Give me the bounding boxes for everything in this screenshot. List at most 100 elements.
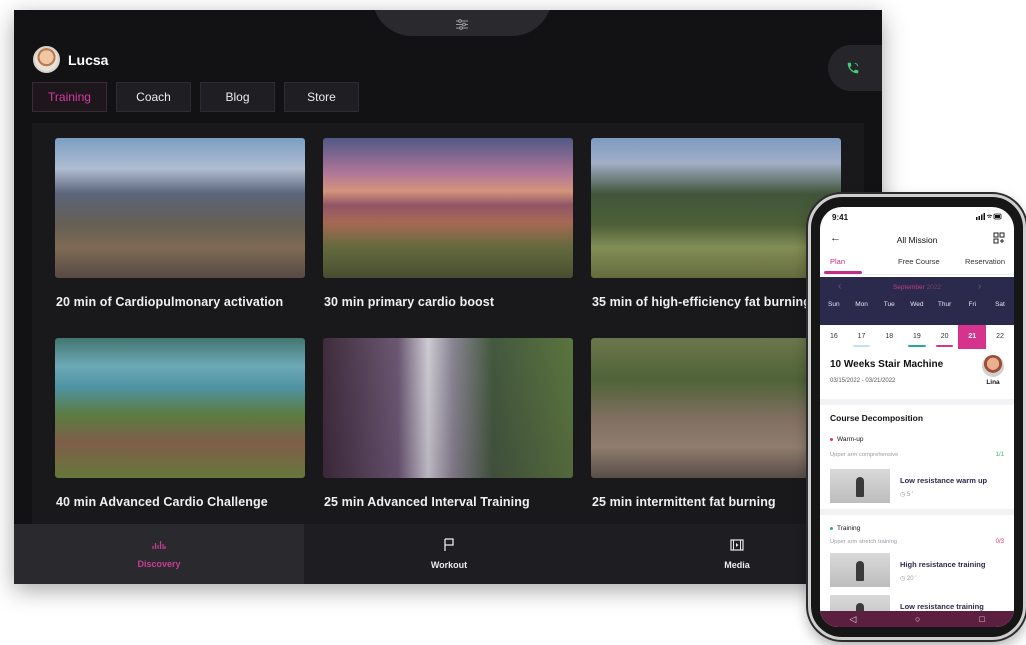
section-divider bbox=[820, 399, 1014, 405]
status-time: 9:41 bbox=[832, 213, 849, 222]
course-card[interactable]: 40 min Advanced Cardio Challenge bbox=[55, 338, 305, 509]
lesson-duration: ◷ 20 ' bbox=[900, 576, 917, 582]
year-label: 2022 bbox=[926, 284, 942, 291]
clock-icon: ◷ bbox=[900, 576, 907, 582]
lesson-thumbnail bbox=[830, 469, 890, 503]
lesson-name: High resistance training bbox=[900, 560, 986, 569]
course-grid: 20 min of Cardiopulmonary activation 30 … bbox=[32, 123, 864, 543]
filter-handle[interactable] bbox=[372, 10, 552, 36]
lesson-item[interactable]: High resistance training ◷ 20 ' bbox=[830, 553, 1006, 587]
flag-icon bbox=[444, 538, 454, 551]
mission-dates: 03/15/2022 - 03/21/2022 bbox=[830, 378, 896, 384]
group-title-training: Training bbox=[830, 525, 860, 532]
avatar[interactable] bbox=[33, 46, 60, 73]
lesson-name: Low resistance training bbox=[900, 602, 984, 611]
home-circle-icon[interactable]: ○ bbox=[915, 614, 920, 624]
tab-coach[interactable]: Coach bbox=[116, 82, 191, 112]
date-number: 16 bbox=[829, 333, 838, 340]
tab-free-course[interactable]: Free Course bbox=[898, 257, 940, 266]
weekday: Thur bbox=[937, 301, 952, 308]
phone-screen: 9:41 ← All Mission Plan Free Course Rese… bbox=[820, 207, 1014, 627]
progress-marker bbox=[935, 345, 954, 347]
recents-square-icon[interactable]: □ bbox=[979, 614, 984, 624]
date-number: 19 bbox=[913, 333, 921, 340]
course-image-lake-trail bbox=[55, 338, 305, 478]
course-title: 30 min primary cardio boost bbox=[324, 295, 495, 309]
coach-avatar[interactable] bbox=[982, 355, 1004, 377]
nav-label: Discovery bbox=[137, 558, 181, 569]
course-card[interactable]: 30 min primary cardio boost bbox=[323, 138, 573, 309]
phone-header: ← All Mission bbox=[820, 229, 1014, 249]
phone-icon bbox=[847, 62, 859, 74]
course-title: 20 min of Cardiopulmonary activation bbox=[56, 295, 284, 309]
date-cell[interactable]: 22 bbox=[986, 325, 1014, 349]
course-card[interactable]: 20 min of Cardiopulmonary activation bbox=[55, 138, 305, 309]
date-number: 22 bbox=[996, 333, 1004, 340]
nav-label: Media bbox=[724, 559, 750, 570]
group-title-warm-up: Warm-up bbox=[830, 436, 863, 443]
phone-tabs: Plan Free Course Reservation bbox=[820, 253, 1014, 275]
sliders-icon bbox=[456, 19, 468, 30]
weekday: Mon bbox=[855, 301, 868, 308]
grid-icon[interactable] bbox=[993, 232, 1005, 244]
group-count: 1/1 bbox=[995, 452, 1004, 458]
nav-workout[interactable]: Workout bbox=[304, 524, 594, 584]
group-subtitle: Upper arm stretch training bbox=[830, 539, 898, 545]
course-card[interactable]: 25 min intermittent fat burning bbox=[591, 338, 841, 509]
weekday: Tue bbox=[883, 301, 895, 308]
phone-device: 9:41 ← All Mission Plan Free Course Rese… bbox=[808, 194, 1026, 640]
date-number: 20 bbox=[940, 333, 949, 340]
nav-discovery[interactable]: Discovery bbox=[14, 524, 304, 584]
tab-plan[interactable]: Plan bbox=[830, 257, 845, 266]
date-cell[interactable]: 16 bbox=[820, 325, 848, 349]
group-subtitle: Upper arm comprehensive bbox=[830, 452, 899, 458]
course-image-sunset-coast bbox=[323, 138, 573, 278]
bottom-navigation: Discovery Workout Media bbox=[14, 524, 882, 584]
active-tab-indicator bbox=[824, 271, 862, 274]
weekday-row: Sun Mon Tue Wed Thur Fri Sat bbox=[820, 301, 1014, 308]
date-number: 17 bbox=[857, 333, 866, 340]
date-cell[interactable]: 20 bbox=[931, 325, 959, 349]
course-image-mountain-hiker bbox=[55, 138, 305, 278]
course-image-forest-boardwalk bbox=[591, 338, 841, 478]
date-number: 21 bbox=[968, 333, 977, 340]
nav-label: Workout bbox=[430, 560, 468, 570]
mission-card[interactable]: 10 Weeks Stair Machine 03/15/2022 - 03/2… bbox=[830, 355, 1006, 386]
phone-title: All Mission bbox=[896, 235, 938, 245]
status-bar: 9:41 bbox=[820, 207, 1014, 225]
status-icons bbox=[976, 213, 1002, 222]
date-cell-selected[interactable]: 21 bbox=[958, 325, 987, 349]
progress-marker bbox=[908, 345, 926, 347]
user-profile[interactable]: Lucsa bbox=[33, 46, 108, 73]
tab-store[interactable]: Store bbox=[284, 82, 359, 112]
weekday: Fri bbox=[968, 301, 977, 308]
system-nav-bar: ◁ ○ □ bbox=[820, 611, 1014, 627]
date-cell[interactable]: 18 bbox=[875, 325, 903, 349]
date-cell[interactable]: 17 bbox=[848, 325, 876, 349]
date-cell[interactable]: 19 bbox=[903, 325, 931, 349]
call-button[interactable] bbox=[828, 45, 882, 91]
mission-title: 10 Weeks Stair Machine bbox=[830, 359, 944, 370]
course-title: 40 min Advanced Cardio Challenge bbox=[56, 495, 268, 509]
course-image-waterfall bbox=[323, 338, 573, 478]
progress-marker bbox=[852, 345, 871, 347]
weekday: Wed bbox=[910, 301, 924, 308]
lesson-item[interactable]: Low resistance warm up ◷ 5 ' bbox=[830, 469, 1006, 503]
dot-icon bbox=[830, 438, 833, 441]
group-name: Training bbox=[837, 525, 861, 532]
month-label: September bbox=[892, 284, 925, 291]
weekday: Sun bbox=[828, 301, 840, 308]
chevron-right-icon[interactable]: › bbox=[978, 281, 981, 292]
calendar-header: ‹ September 2022 › Sun Mon Tue Wed Thur … bbox=[820, 277, 1014, 325]
lesson-duration: ◷ 5 ' bbox=[900, 492, 914, 498]
group-name: Warm-up bbox=[837, 436, 864, 443]
tab-blog[interactable]: Blog bbox=[200, 82, 275, 112]
date-row: 16 17 18 19 20 21 22 bbox=[820, 325, 1014, 349]
tab-reservation[interactable]: Reservation bbox=[965, 257, 1005, 266]
tab-training[interactable]: Training bbox=[32, 82, 107, 112]
course-card[interactable]: 25 min Advanced Interval Training bbox=[323, 338, 573, 509]
course-card[interactable]: 35 min of high-efficiency fat burning bbox=[591, 138, 841, 309]
back-triangle-icon[interactable]: ◁ bbox=[849, 614, 856, 625]
coach-name: Lina bbox=[986, 379, 1000, 386]
user-name: Lucsa bbox=[68, 51, 109, 68]
